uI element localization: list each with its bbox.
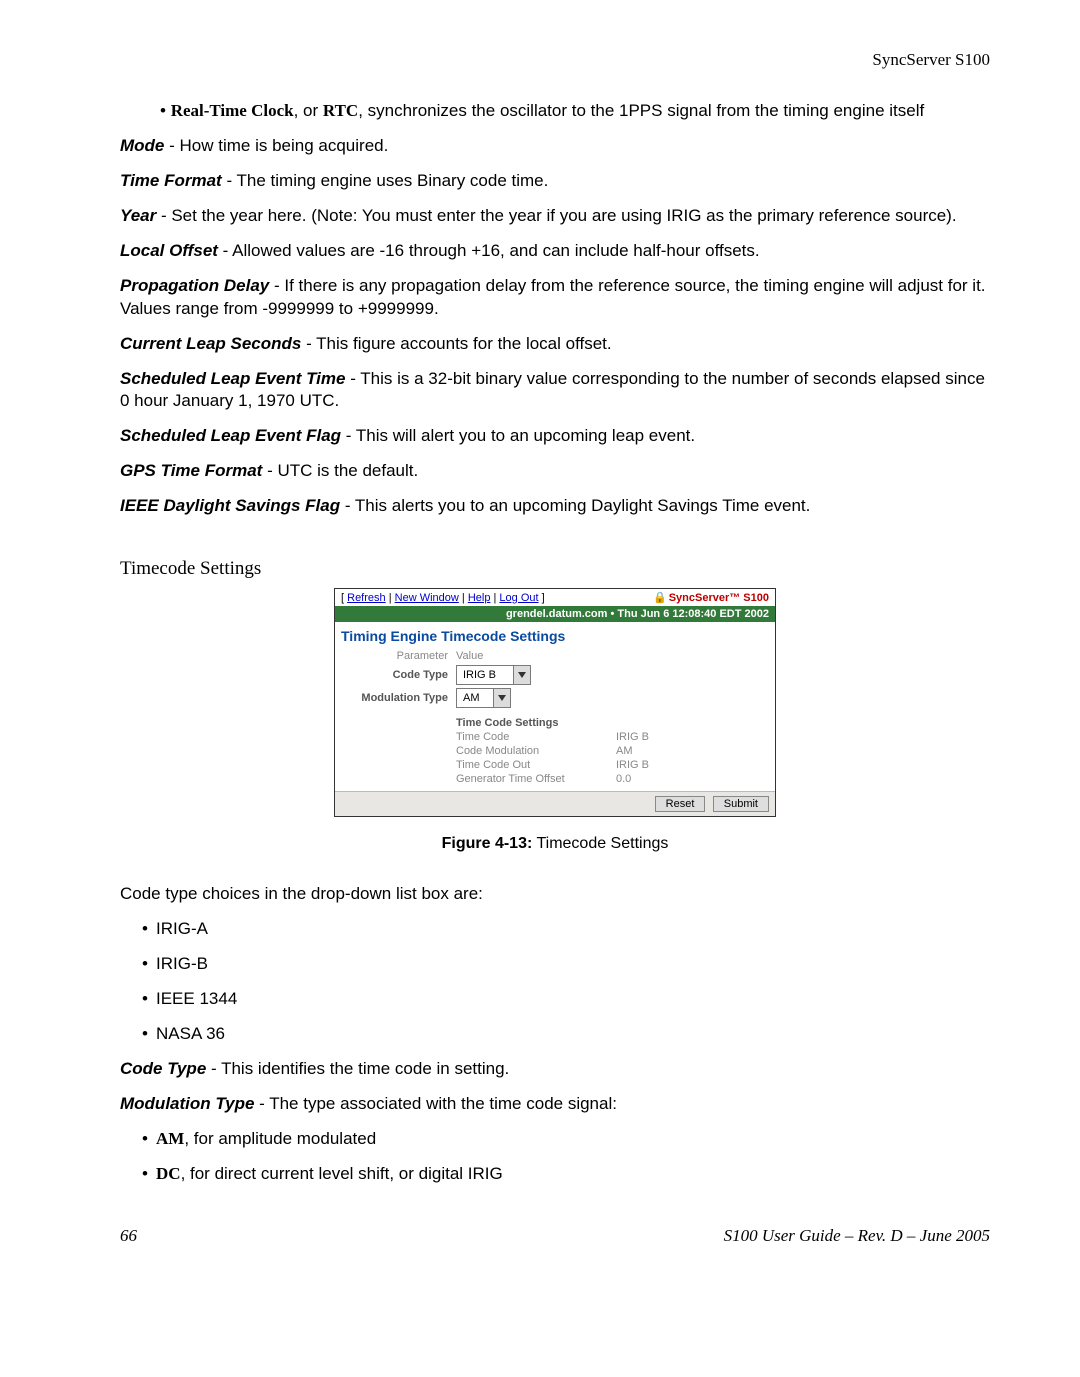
- section-head-timecode-settings: Timecode Settings: [120, 558, 990, 580]
- figure-caption: Figure 4-13: Timecode Settings: [120, 835, 990, 853]
- def-local-offset: Local Offset - Allowed values are -16 th…: [120, 240, 990, 263]
- def-modulation-type: Modulation Type - The type associated wi…: [120, 1093, 990, 1116]
- row-time-code-label: Time Code: [456, 731, 616, 743]
- bullet-nasa-36: •NASA 36: [120, 1023, 990, 1046]
- bullet-ieee-1344: •IEEE 1344: [120, 988, 990, 1011]
- label-modulation-type: Modulation Type: [341, 692, 456, 704]
- def-year: Year - Set the year here. (Note: You mus…: [120, 205, 990, 228]
- figure-timecode-settings: [ Refresh | New Window | Help | Log Out …: [334, 588, 776, 817]
- page-footer: 66 S100 User Guide – Rev. D – June 2005: [120, 1226, 990, 1246]
- para-code-type-choices: Code type choices in the drop-down list …: [120, 883, 990, 906]
- col-header-value: Value: [456, 650, 769, 662]
- row-code-modulation-value: AM: [616, 745, 769, 757]
- bullet-dc: •DC, for direct current level shift, or …: [120, 1163, 990, 1186]
- page-number: 66: [120, 1226, 137, 1246]
- rtc-abbr: RTC: [323, 101, 358, 120]
- def-mode: Mode - How time is being acquired.: [120, 135, 990, 158]
- bullet-rtc: • Real-Time Clock, or RTC, synchronizes …: [120, 100, 990, 123]
- row-time-code-value: IRIG B: [616, 731, 769, 743]
- row-time-code-out-label: Time Code Out: [456, 759, 616, 771]
- rtc-term: Real-Time Clock: [171, 101, 294, 120]
- reset-button[interactable]: Reset: [655, 796, 706, 812]
- link-help[interactable]: Help: [468, 592, 491, 604]
- label-time-code-settings: Time Code Settings: [456, 717, 769, 729]
- figure-panel-title: Timing Engine Timecode Settings: [335, 622, 775, 648]
- bullet-irig-b: •IRIG-B: [120, 953, 990, 976]
- def-current-leap-seconds: Current Leap Seconds - This figure accou…: [120, 333, 990, 356]
- chevron-down-icon: [513, 666, 530, 684]
- submit-button[interactable]: Submit: [713, 796, 769, 812]
- def-scheduled-leap-event-time: Scheduled Leap Event Time - This is a 32…: [120, 368, 990, 414]
- bullet-am: •AM, for amplitude modulated: [120, 1128, 990, 1151]
- dropdown-modulation-type[interactable]: AM: [456, 688, 511, 708]
- def-propagation-delay: Propagation Delay - If there is any prop…: [120, 275, 990, 321]
- def-ieee-daylight-savings-flag: IEEE Daylight Savings Flag - This alerts…: [120, 495, 990, 518]
- row-generator-time-offset-label: Generator Time Offset: [456, 773, 616, 785]
- figure-top-links: [ Refresh | New Window | Help | Log Out …: [341, 592, 545, 604]
- figure-brand: 🔒SyncServer™ S100: [653, 591, 769, 604]
- def-gps-time-format: GPS Time Format - UTC is the default.: [120, 460, 990, 483]
- footer-doc-title: S100 User Guide – Rev. D – June 2005: [724, 1226, 990, 1246]
- bullet-irig-a: •IRIG-A: [120, 918, 990, 941]
- def-time-format: Time Format - The timing engine uses Bin…: [120, 170, 990, 193]
- row-time-code-out-value: IRIG B: [616, 759, 769, 771]
- chevron-down-icon: [493, 689, 510, 707]
- lock-icon: 🔒: [653, 592, 667, 604]
- figure-status-bar: grendel.datum.com • Thu Jun 6 12:08:40 E…: [335, 606, 775, 622]
- dropdown-code-type[interactable]: IRIG B: [456, 665, 531, 685]
- def-code-type: Code Type - This identifies the time cod…: [120, 1058, 990, 1081]
- row-generator-time-offset-value: 0.0: [616, 773, 769, 785]
- page-header-right: SyncServer S100: [120, 50, 990, 70]
- link-logout[interactable]: Log Out: [499, 592, 538, 604]
- def-scheduled-leap-event-flag: Scheduled Leap Event Flag - This will al…: [120, 425, 990, 448]
- col-header-parameter: Parameter: [341, 650, 456, 662]
- link-refresh[interactable]: Refresh: [347, 592, 386, 604]
- link-new-window[interactable]: New Window: [395, 592, 459, 604]
- label-code-type: Code Type: [341, 669, 456, 681]
- row-code-modulation-label: Code Modulation: [456, 745, 616, 757]
